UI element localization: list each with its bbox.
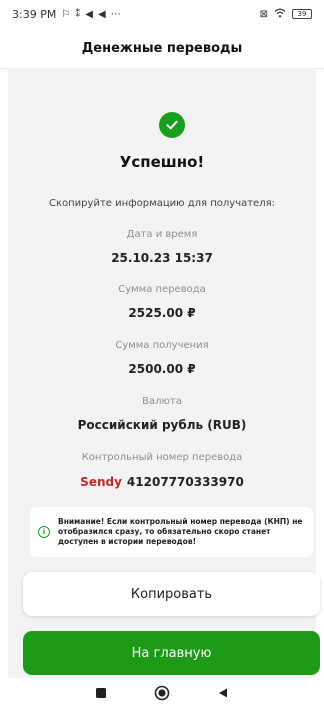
currency-label: Валюта [142, 396, 182, 407]
control-number-value: 41207770333970 [126, 475, 244, 489]
home-button-label: На главную [131, 645, 212, 661]
received-amount-label: Сумма получения [115, 340, 209, 351]
wifi-icon [274, 8, 286, 21]
checkmark-icon [159, 112, 185, 138]
date-value: 25.10.23 15:37 [111, 251, 213, 265]
transfer-amount-label: Сумма перевода [118, 284, 206, 295]
status-left: 3:39 PM ⚐ ⁑ ◀ ◀ ⋯ [12, 8, 121, 21]
sendy-brand: Sendy [80, 475, 122, 489]
control-number-label: Контрольный номер перевода [81, 452, 243, 463]
currency-value: Российский рубль (RUB) [77, 418, 247, 432]
battery-icon: 39 [292, 9, 312, 19]
send-icon: ◀ [98, 8, 106, 20]
copy-hint: Скопируйте информацию для получателя: [49, 198, 275, 209]
home-button[interactable]: На главную [23, 631, 320, 675]
status-bar: 3:39 PM ⚐ ⁑ ◀ ◀ ⋯ ⊠ 39 [0, 0, 324, 28]
copy-button[interactable]: Копировать [23, 572, 320, 616]
notification-icon: ⚐ [61, 8, 71, 20]
back-triangle-icon[interactable] [213, 683, 233, 703]
notice-box: i Внимание! Если контрольный номер перев… [30, 507, 313, 557]
date-label: Дата и время [126, 229, 198, 240]
signal-icon: ⁑ [75, 8, 81, 20]
system-nav-bar [0, 680, 324, 705]
app-bar: Денежные переводы [0, 28, 324, 69]
sim-icon: ⊠ [259, 8, 268, 20]
info-icon: i [38, 526, 50, 538]
status-right: ⊠ 39 [260, 8, 312, 21]
page-title: Денежные переводы [81, 40, 243, 56]
copy-button-label: Копировать [130, 586, 213, 602]
success-heading: Успешно! [119, 153, 205, 171]
transfer-amount-value: 2525.00 ₽ [128, 306, 196, 320]
send-icon: ◀ [85, 8, 93, 20]
received-amount-value: 2500.00 ₽ [128, 362, 196, 376]
more-icon: ⋯ [110, 8, 121, 20]
home-circle-icon[interactable] [152, 683, 172, 703]
status-time: 3:39 PM [12, 7, 57, 21]
control-number-row: Sendy 41207770333970 [0, 475, 324, 489]
notice-text: Внимание! Если контрольный номер перевод… [58, 517, 303, 546]
recents-square-icon[interactable] [91, 683, 111, 703]
